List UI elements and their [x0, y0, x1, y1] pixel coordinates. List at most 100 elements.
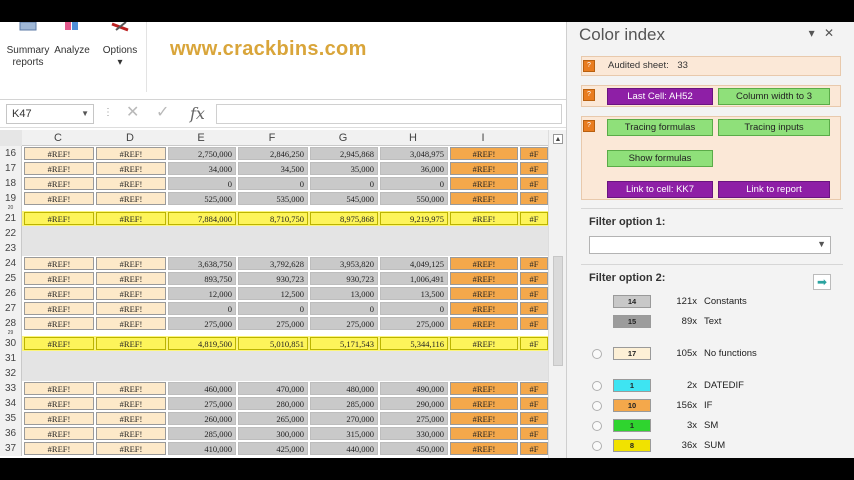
color-swatch[interactable]: 14 — [613, 295, 651, 308]
row-header[interactable]: 23 — [0, 241, 22, 256]
cell-i[interactable]: #REF! — [450, 427, 518, 440]
cell-e[interactable]: 460,000 — [168, 382, 236, 395]
cell-h[interactable]: 490,000 — [380, 382, 448, 395]
row-header[interactable]: 19 — [0, 191, 22, 206]
row-header[interactable]: 37 — [0, 441, 22, 456]
cell-d[interactable]: #REF! — [96, 382, 166, 395]
cell-c[interactable]: #REF! — [24, 397, 94, 410]
cell-c[interactable]: #REF! — [24, 382, 94, 395]
cell-j[interactable]: #F — [520, 412, 548, 425]
legend-radio[interactable] — [592, 421, 602, 431]
row-header[interactable]: 30 — [0, 336, 22, 351]
apply-filter-arrow-icon[interactable]: ➡ — [813, 274, 831, 290]
cell-c[interactable]: #REF! — [24, 427, 94, 440]
column-header-g[interactable]: G — [308, 130, 378, 146]
cell-h[interactable]: 5,344,116 — [380, 337, 448, 350]
row-header[interactable]: 21 — [0, 211, 22, 226]
cell-d[interactable]: #REF! — [96, 212, 166, 225]
cell-e[interactable]: 260,000 — [168, 412, 236, 425]
show-formulas-button[interactable]: Show formulas — [607, 150, 713, 167]
vertical-scrollbar[interactable]: ▲ — [548, 130, 566, 458]
cell-j[interactable]: #F — [520, 337, 548, 350]
cell-h[interactable]: 1,006,491 — [380, 272, 448, 285]
row-header[interactable]: 31 — [0, 351, 22, 366]
legend-radio[interactable] — [592, 441, 602, 451]
cell-j[interactable]: #F — [520, 177, 548, 190]
cell-f[interactable]: 425,000 — [238, 442, 308, 455]
cell-h[interactable]: 4,049,125 — [380, 257, 448, 270]
color-swatch[interactable]: 10 — [613, 399, 651, 412]
cell-j[interactable]: #F — [520, 397, 548, 410]
cell-c[interactable]: #REF! — [24, 177, 94, 190]
cell-i[interactable]: #REF! — [450, 302, 518, 315]
cell-e[interactable]: 4,819,500 — [168, 337, 236, 350]
column-header-e[interactable]: E — [166, 130, 236, 146]
cell-f[interactable]: 34,500 — [238, 162, 308, 175]
formula-bar-grip-icon[interactable]: ⋮ — [103, 107, 113, 118]
cell-c[interactable]: #REF! — [24, 147, 94, 160]
cell-e[interactable]: 12,000 — [168, 287, 236, 300]
pane-menu-icon[interactable]: ▾ — [809, 26, 815, 40]
legend-radio[interactable] — [592, 401, 602, 411]
cell-j[interactable]: #F — [520, 147, 548, 160]
cell-c[interactable]: #REF! — [24, 162, 94, 175]
cell-i[interactable]: #REF! — [450, 162, 518, 175]
column-header-c[interactable]: C — [22, 130, 94, 146]
cell-f[interactable]: 5,010,851 — [238, 337, 308, 350]
cell-g[interactable]: 440,000 — [310, 442, 378, 455]
cell-h[interactable]: 0 — [380, 177, 448, 190]
color-swatch[interactable]: 8 — [613, 439, 651, 452]
cell-h[interactable]: 3,048,975 — [380, 147, 448, 160]
cell-g[interactable]: 0 — [310, 302, 378, 315]
cell-j[interactable]: #F — [520, 162, 548, 175]
color-swatch[interactable]: 17 — [613, 347, 651, 360]
help-badge-icon[interactable]: ? — [583, 60, 595, 72]
cell-f[interactable]: 930,723 — [238, 272, 308, 285]
column-header-i[interactable]: I — [448, 130, 518, 146]
cell-h[interactable]: 275,000 — [380, 412, 448, 425]
color-swatch[interactable]: 1 — [613, 379, 651, 392]
chevron-down-icon[interactable]: ▼ — [817, 239, 826, 249]
cell-e[interactable]: 0 — [168, 302, 236, 315]
cell-e[interactable]: 2,750,000 — [168, 147, 236, 160]
cell-j[interactable]: #F — [520, 272, 548, 285]
cell-g[interactable]: 270,000 — [310, 412, 378, 425]
column-header-j[interactable] — [518, 130, 548, 146]
cell-g[interactable]: 5,171,543 — [310, 337, 378, 350]
scroll-thumb[interactable] — [553, 256, 563, 366]
cell-c[interactable]: #REF! — [24, 272, 94, 285]
cell-c[interactable]: #REF! — [24, 287, 94, 300]
cell-e[interactable]: 285,000 — [168, 427, 236, 440]
cell-d[interactable]: #REF! — [96, 442, 166, 455]
cell-i[interactable]: #REF! — [450, 272, 518, 285]
cell-d[interactable]: #REF! — [96, 412, 166, 425]
select-all-corner[interactable] — [0, 130, 22, 146]
cell-g[interactable]: 315,000 — [310, 427, 378, 440]
cell-g[interactable]: 285,000 — [310, 397, 378, 410]
cell-f[interactable]: 535,000 — [238, 192, 308, 205]
cell-e[interactable]: 275,000 — [168, 317, 236, 330]
legend-radio[interactable] — [592, 381, 602, 391]
cell-g[interactable]: 3,953,820 — [310, 257, 378, 270]
cell-g[interactable]: 2,945,868 — [310, 147, 378, 160]
cell-h[interactable]: 36,000 — [380, 162, 448, 175]
cell-i[interactable]: #REF! — [450, 397, 518, 410]
cell-f[interactable]: 0 — [238, 177, 308, 190]
cell-f[interactable]: 0 — [238, 302, 308, 315]
cell-g[interactable]: 545,000 — [310, 192, 378, 205]
cell-i[interactable]: #REF! — [450, 442, 518, 455]
cell-h[interactable]: 9,219,975 — [380, 212, 448, 225]
confirm-entry-icon[interactable]: ✓ — [156, 104, 169, 122]
cell-i[interactable]: #REF! — [450, 382, 518, 395]
row-header[interactable]: 35 — [0, 411, 22, 426]
row-header[interactable]: 28 — [0, 316, 22, 331]
filter-option-1-select[interactable]: ▼ — [589, 236, 831, 254]
cell-c[interactable]: #REF! — [24, 442, 94, 455]
cell-i[interactable]: #REF! — [450, 317, 518, 330]
name-box[interactable]: K47 ▼ — [6, 104, 94, 124]
cell-j[interactable]: #F — [520, 212, 548, 225]
cell-d[interactable]: #REF! — [96, 337, 166, 350]
cell-f[interactable]: 300,000 — [238, 427, 308, 440]
cell-f[interactable]: 8,710,750 — [238, 212, 308, 225]
cancel-entry-icon[interactable]: ✕ — [126, 104, 139, 122]
